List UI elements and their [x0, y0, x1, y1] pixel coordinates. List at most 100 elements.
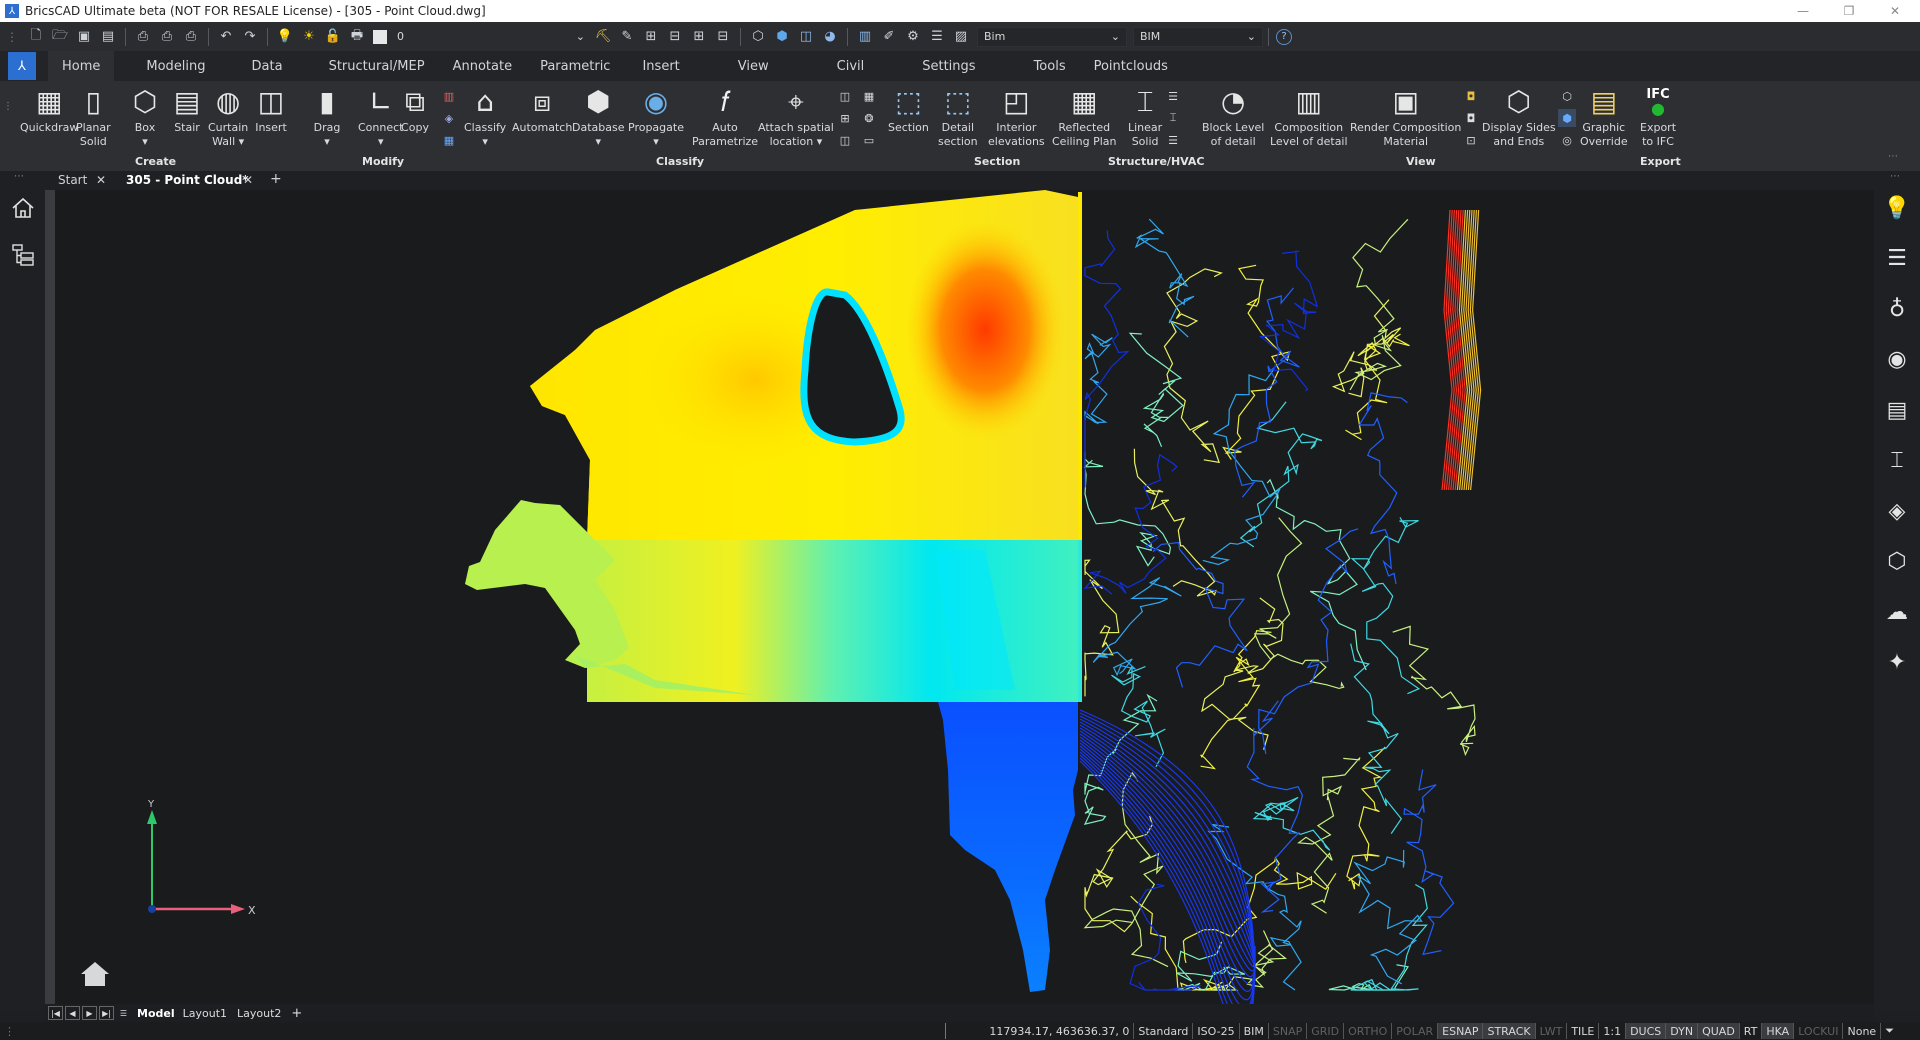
- status-toggle-polar[interactable]: POLAR: [1391, 1023, 1437, 1039]
- small-tool-icon[interactable]: ⬡: [1558, 87, 1576, 105]
- panel-grip-icon[interactable]: ⋯: [1890, 171, 1900, 182]
- status-toggle-lwt[interactable]: LWT: [1534, 1023, 1567, 1039]
- status-toggle-quad[interactable]: QUAD: [1697, 1023, 1739, 1039]
- status-toggle-bim[interactable]: BIM: [1238, 1023, 1268, 1039]
- ribbon-button-graphic-override[interactable]: ▤ Graphic Override: [1580, 85, 1628, 149]
- ribbon-button-display-sides-ends[interactable]: ⬡ Display Sides and Ends: [1482, 85, 1556, 149]
- view-cube-icon[interactable]: ⬡: [748, 27, 768, 47]
- ribbon-button-auto-parametrize[interactable]: 𝑓 Auto Parametrize: [692, 85, 758, 149]
- undo-icon[interactable]: ↶: [216, 27, 236, 47]
- hot-air-balloon-icon[interactable]: ♁: [1882, 294, 1912, 324]
- statusbar-grip-icon[interactable]: ⋮: [4, 1025, 15, 1038]
- ribbon-button-linear-solid[interactable]: ⌶ Linear Solid: [1128, 85, 1162, 149]
- doc-tab-start[interactable]: Start: [58, 173, 87, 187]
- layer-lock-icon[interactable]: 🔓: [323, 27, 343, 47]
- status-toggle-iso-25[interactable]: ISO-25: [1192, 1023, 1238, 1039]
- tab-tools[interactable]: Tools: [1020, 51, 1080, 81]
- restore-button[interactable]: ❐: [1826, 0, 1872, 22]
- view-ortho-icon[interactable]: ◫: [796, 27, 816, 47]
- small-tool-icon[interactable]: ◈: [440, 109, 458, 127]
- status-toggle-tile[interactable]: TILE: [1566, 1023, 1598, 1039]
- list-icon[interactable]: ☰: [927, 27, 947, 47]
- ribbon-button-section[interactable]: ⬚ Section: [888, 85, 929, 135]
- ribbon-button-stair[interactable]: ▤ Stair: [170, 85, 204, 135]
- tab-data[interactable]: Data: [238, 51, 297, 81]
- properties-icon[interactable]: ▥: [855, 27, 875, 47]
- ribbon-button-quickdraw[interactable]: ▦ Quickdraw: [20, 85, 78, 135]
- small-tool-icon[interactable]: ▭: [860, 131, 878, 149]
- view-3d-icon[interactable]: ⬢: [772, 27, 792, 47]
- select-tool-2-icon[interactable]: ⊟: [665, 27, 685, 47]
- layer-print-icon[interactable]: 🖶: [347, 27, 367, 47]
- layout-tab-model[interactable]: Model: [137, 1007, 175, 1020]
- select-tool-icon[interactable]: ⊞: [641, 27, 661, 47]
- ribbon-button-export-ifc[interactable]: IFC ● Export to IFC: [1640, 85, 1676, 149]
- status-toggle-rt[interactable]: RT: [1738, 1023, 1762, 1039]
- small-tool-icon[interactable]: ☰: [1164, 131, 1182, 149]
- profile-combo[interactable]: BIM ⌄: [1133, 26, 1263, 47]
- print-icon[interactable]: ⎙: [157, 27, 177, 47]
- layers-table-icon[interactable]: ▤: [1882, 395, 1912, 425]
- ribbon-button-copy[interactable]: ⧉ Copy: [398, 85, 432, 135]
- tab-parametric[interactable]: Parametric: [526, 51, 624, 81]
- small-tool-icon[interactable]: ⊞: [836, 109, 854, 127]
- save-as-icon[interactable]: ▤: [98, 27, 118, 47]
- tab-settings[interactable]: Settings: [908, 51, 989, 81]
- first-layout-button[interactable]: |◀: [48, 1006, 63, 1020]
- i-beam-icon[interactable]: ⌶: [1882, 446, 1912, 476]
- ribbon-button-box[interactable]: ⬡ Box ▾: [128, 85, 162, 149]
- redo-icon[interactable]: ↷: [240, 27, 260, 47]
- status-toggle-strack[interactable]: STRACK: [1482, 1023, 1535, 1039]
- status-toggle-ducs[interactable]: DUCS: [1625, 1023, 1666, 1039]
- plot-icon[interactable]: ⎙: [181, 27, 201, 47]
- ribbon-button-reflected-ceiling-plan[interactable]: ▦ Reflected Ceiling Plan: [1052, 85, 1116, 149]
- home-icon[interactable]: [8, 193, 38, 223]
- ribbon-button-propagate[interactable]: ◉ Propagate ▾: [628, 85, 684, 149]
- layers-stack-icon[interactable]: ◈: [1882, 496, 1912, 526]
- tab-modeling[interactable]: Modeling: [132, 51, 219, 81]
- status-toggle-esnap[interactable]: ESNAP: [1437, 1023, 1483, 1039]
- tab-structural-mep[interactable]: Structural/MEP: [315, 51, 439, 81]
- view-render-icon[interactable]: ◕: [820, 27, 840, 47]
- status-toggle-dyn[interactable]: DYN: [1665, 1023, 1698, 1039]
- structure-tree-icon[interactable]: [8, 240, 38, 270]
- status-toggle-snap[interactable]: SNAP: [1267, 1023, 1306, 1039]
- ribbon-button-database[interactable]: ⬢ Database ▾: [572, 85, 625, 149]
- close-button[interactable]: ✕: [1872, 0, 1918, 22]
- status-toggle-1-1[interactable]: 1:1: [1598, 1023, 1625, 1039]
- ribbon-more-icon[interactable]: ⋯: [1888, 151, 1898, 162]
- last-layout-button[interactable]: ▶|: [99, 1006, 114, 1020]
- tab-civil[interactable]: Civil: [823, 51, 879, 81]
- application-menu-button[interactable]: ⅄: [8, 52, 36, 80]
- layer-thaw-icon[interactable]: ☀: [299, 27, 319, 47]
- ribbon-button-planar-solid[interactable]: ▯ Planar Solid: [76, 85, 111, 149]
- save-icon[interactable]: ▣: [74, 27, 94, 47]
- ribbon-button-curtain-wall[interactable]: ◍ Curtain Wall ▾: [208, 85, 248, 149]
- layer-match-icon[interactable]: ⛏: [593, 27, 613, 47]
- ribbon-button-automatch[interactable]: ⧈ Automatch: [512, 85, 572, 135]
- small-tool-icon[interactable]: ◫: [836, 87, 854, 105]
- layout-tab-layout2[interactable]: Layout2: [237, 1007, 281, 1020]
- add-layout-button[interactable]: +: [291, 1006, 302, 1021]
- doc-tab-point-cloud[interactable]: 305 - Point Cloud*: [126, 173, 249, 187]
- close-tab-icon[interactable]: ✕: [243, 173, 253, 187]
- status-toggle-none[interactable]: None: [1842, 1023, 1880, 1039]
- print-preview-icon[interactable]: ⎙: [133, 27, 153, 47]
- tab-view[interactable]: View: [724, 51, 783, 81]
- lightbulb-icon[interactable]: 💡: [1882, 193, 1912, 223]
- cloud-upload-icon[interactable]: ☁: [1882, 597, 1912, 627]
- ribbon-button-drag[interactable]: ▮ Drag ▾: [310, 85, 344, 149]
- ribbon-grip-icon[interactable]: ⋮: [3, 101, 13, 112]
- ribbon-button-interior-elevations[interactable]: ◰ Interior elevations: [988, 85, 1045, 149]
- edit-icon[interactable]: ✐: [879, 27, 899, 47]
- tab-annotate[interactable]: Annotate: [439, 51, 526, 81]
- next-layout-button[interactable]: ▶: [82, 1006, 97, 1020]
- layer-combo[interactable]: 0 ⌄: [391, 27, 591, 47]
- small-tool-icon[interactable]: ◘: [1462, 87, 1480, 105]
- ribbon-button-attach-spatial-location[interactable]: ⌖ Attach spatial location ▾: [758, 85, 834, 149]
- status-toggle-lockui[interactable]: LOCKUI: [1793, 1023, 1842, 1039]
- open-file-icon[interactable]: 🗁: [50, 27, 70, 47]
- small-tool-icon[interactable]: ❂: [860, 109, 878, 127]
- select-tool-3-icon[interactable]: ⊞: [689, 27, 709, 47]
- ribbon-button-detail-section[interactable]: ⬚ Detail section: [938, 85, 978, 149]
